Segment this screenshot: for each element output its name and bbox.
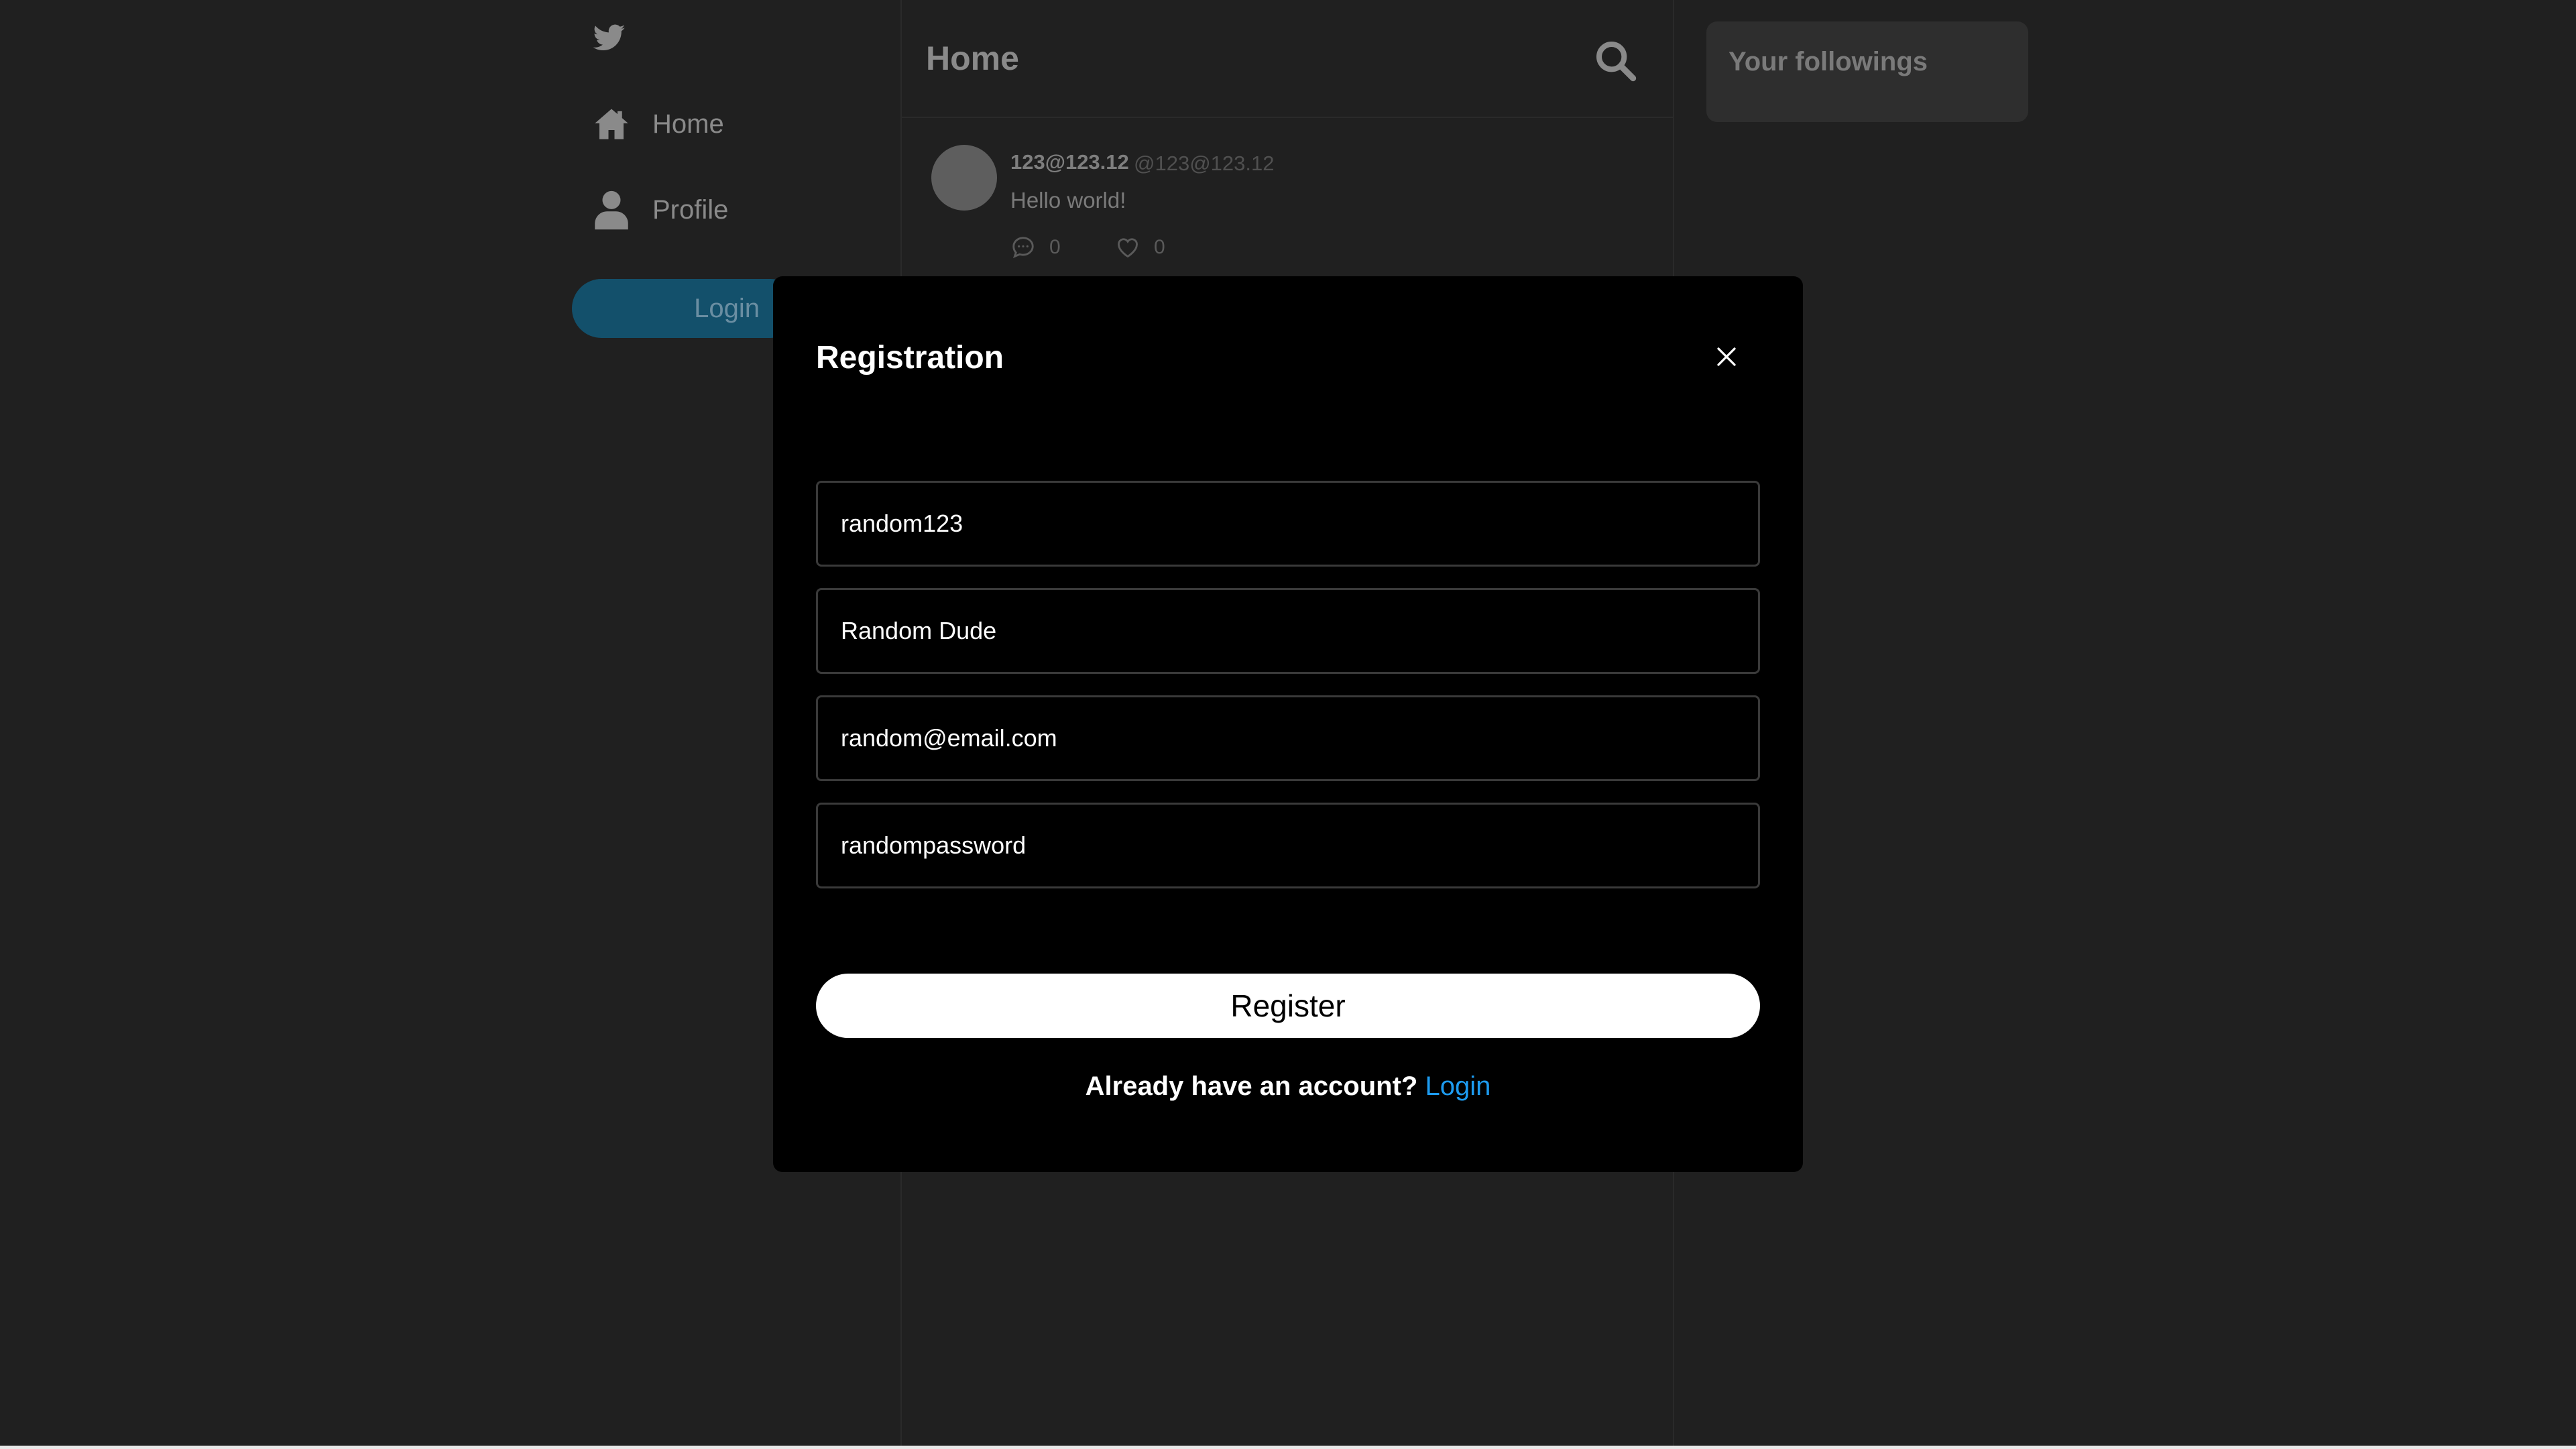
user-icon xyxy=(595,190,628,230)
reply-count: 0 xyxy=(1049,236,1061,258)
sidebar-item-profile[interactable]: Profile xyxy=(593,188,728,231)
sidebar-item-home[interactable]: Home xyxy=(593,103,724,146)
timeline-header: Home xyxy=(902,0,1673,118)
sidebar-item-label: Home xyxy=(652,109,724,139)
username-field[interactable] xyxy=(816,481,1760,567)
password-field[interactable] xyxy=(816,803,1760,888)
login-prompt-text: Already have an account? xyxy=(1085,1071,1418,1101)
heart-icon xyxy=(1118,238,1138,258)
search-icon[interactable] xyxy=(1594,39,1637,82)
bottom-divider xyxy=(0,1446,2576,1449)
tweet-text: Hello world! xyxy=(1010,188,1126,213)
like-button[interactable]: 0 xyxy=(1115,235,1165,260)
home-icon xyxy=(595,109,628,139)
like-count: 0 xyxy=(1154,236,1165,258)
login-prompt: Already have an account? Login xyxy=(773,1071,1803,1102)
twitter-bird-icon[interactable] xyxy=(591,21,628,54)
close-icon[interactable] xyxy=(1714,345,1739,369)
registration-modal: Registration Register Already have an ac… xyxy=(773,276,1803,1172)
email-field[interactable] xyxy=(816,695,1760,781)
tweet-author-handle: @123@123.12 xyxy=(1134,152,1275,175)
avatar[interactable] xyxy=(931,145,997,211)
followings-title: Your followings xyxy=(1729,47,1928,76)
login-button-label: Login xyxy=(694,293,760,323)
login-link[interactable]: Login xyxy=(1425,1071,1490,1101)
page-title: Home xyxy=(926,40,1019,77)
sidebar-item-label: Profile xyxy=(652,194,729,225)
followings-panel: Your followings xyxy=(1706,21,2028,122)
reply-button[interactable]: 0 xyxy=(1010,235,1061,260)
register-button[interactable]: Register xyxy=(816,974,1760,1038)
sidebar-login-button[interactable]: Login xyxy=(572,279,800,338)
modal-title: Registration xyxy=(816,340,1004,375)
comment-icon xyxy=(1012,237,1034,259)
display-name-field[interactable] xyxy=(816,588,1760,674)
tweet-author-name[interactable]: 123@123.12 xyxy=(1010,150,1129,174)
page: Home Profile Login Home 123@123.12 @123@… xyxy=(0,0,2576,1449)
